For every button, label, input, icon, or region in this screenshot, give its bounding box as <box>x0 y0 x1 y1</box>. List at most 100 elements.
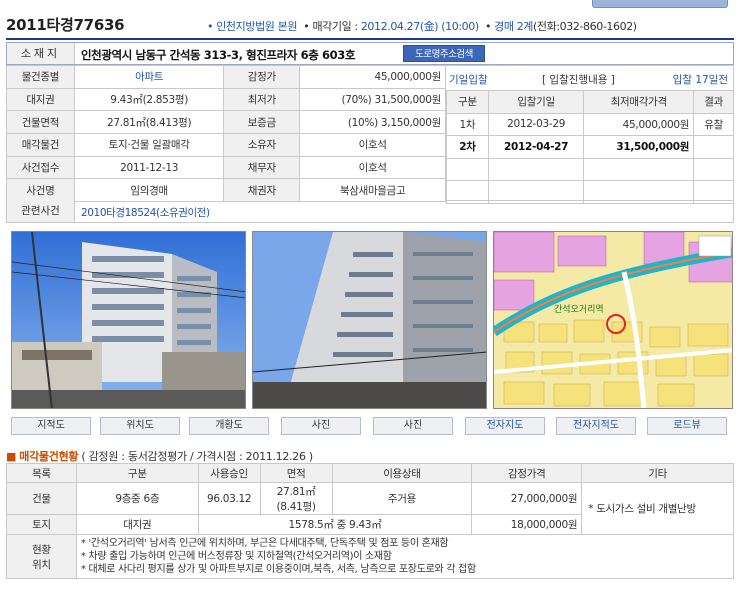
info-value: (70%) 31,500,000원 <box>299 87 446 112</box>
info-label: 최저가 <box>223 87 301 112</box>
bid-col-result: 결과 <box>693 90 734 114</box>
info-value[interactable]: 아파트 <box>73 65 225 89</box>
bid-col-date: 입찰기일 <box>487 90 585 114</box>
property-detail-table: 목록 구분 사용승인 면적 이용상태 감정가격 기타 건물 9층중 6층 96.… <box>6 463 735 579</box>
bid-row: 1차 2012-03-29 45,000,000원 유찰 <box>446 112 734 136</box>
detail-col-list: 목록 <box>6 463 77 483</box>
dept-phone: (전화:032-860-1602) <box>533 20 637 33</box>
info-label: 대지권 <box>6 87 75 112</box>
bid-result: 유찰 <box>693 112 734 136</box>
info-value: 45,000,000원 <box>299 65 446 89</box>
status-note: * 대체로 사다리 평지를 상가 및 아파트부지로 이용중이며,북측, 서측, … <box>80 564 476 575</box>
section-heading: 매각물건현황 <box>19 450 79 463</box>
status-note: * 차량 출입 가능하며 인근에 버스정류장 및 지하철역(간석오거리역)이 소… <box>80 551 392 562</box>
address-label: 소재지 <box>7 43 75 64</box>
info-row: 대지권 9.43㎡(2.853평) 최저가 (70%) 31,500,000원 <box>6 87 446 112</box>
bid-history-table: 구분 입찰기일 최저매각가격 결과 1차 2012-03-29 45,000,0… <box>446 90 734 204</box>
property-info-table: 물건종별 아파트 감정가 45,000,000원 대지권 9.43㎡(2.853평) 최저가… <box>6 65 446 203</box>
detail-col-approval: 사용승인 <box>197 463 261 483</box>
info-value: 토지·건물 일괄매각 <box>73 133 225 157</box>
detail-col-area: 면적 <box>259 463 333 483</box>
building-use: 주거용 <box>331 482 473 515</box>
bid-row-current: 2차 2012-04-27 31,500,000원 <box>446 135 734 159</box>
bid-countdown: 입찰 17일전 <box>672 74 728 86</box>
land-price: 18,000,000원 <box>471 514 583 535</box>
building-label: 건물 <box>6 482 77 515</box>
info-row: 건물면적 27.81㎡(8.413평) 보증금 (10%) 3,150,000원 <box>6 110 446 135</box>
info-value: 북삼새마을금고 <box>299 178 446 203</box>
building-photo-2[interactable] <box>252 231 487 409</box>
info-label: 매각물건 <box>6 133 75 157</box>
location-map[interactable]: 간석오거리역 <box>493 231 733 409</box>
court-name: 인천지방법원 본원 <box>216 20 298 33</box>
info-value: 27.81㎡(8.413평) <box>73 110 225 135</box>
tab-overview-map[interactable]: 개황도 <box>189 417 269 435</box>
info-row: 물건종별 아파트 감정가 45,000,000원 <box>6 65 446 89</box>
status-note: * '간석오거리역' 남서측 인근에 위치하며, 부근은 다세대주택, 단독주택… <box>80 538 449 549</box>
building-area: 27.81㎡ (8.41평) <box>259 482 333 515</box>
bid-row-empty <box>446 157 734 181</box>
info-label: 소유자 <box>223 133 301 157</box>
header-divider <box>6 38 734 40</box>
land-label: 토지 <box>6 514 77 535</box>
auction-dept: 경매 2계 <box>494 20 534 33</box>
bid-col-round: 구분 <box>446 90 489 114</box>
bid-date: 2012-03-29 <box>487 112 585 136</box>
bid-col-price: 최저매각가격 <box>583 90 695 114</box>
status-notes: * '간석오거리역' 남서측 인근에 위치하며, 부근은 다세대주택, 단독주택… <box>75 534 735 579</box>
status-label: 현황 위치 <box>6 534 77 579</box>
bid-progress-panel: 기일입찰 [ 입찰진행내용 ] 입찰 17일전 구분 입찰기일 최저매각가격 결… <box>446 65 734 204</box>
info-label: 사건명 <box>6 178 75 203</box>
info-label: 채권자 <box>223 178 301 203</box>
case-summary: • 인천지방법원 본원 • 매각기일 : 2012.04.27(金) (10:0… <box>207 20 637 33</box>
info-label: 감정가 <box>223 65 301 89</box>
tab-location-map[interactable]: 위치도 <box>100 417 180 435</box>
tab-roadview[interactable]: 로드뷰 <box>647 417 727 435</box>
section-appraisal-info: ( 감정원 : 동서감정평가 / 가격시점 : 2011.12.26 ) <box>81 450 313 463</box>
info-row: 사건접수 2011-12-13 채무자 이호석 <box>6 155 446 180</box>
detail-col-other: 기타 <box>581 463 734 483</box>
info-label: 건물면적 <box>6 110 75 135</box>
related-case-link[interactable]: 2010타경18524(소유권이전) <box>81 205 210 220</box>
view-tabs: 지적도 위치도 개황도 사진 사진 전자지도 전자지적도 로드뷰 <box>11 417 733 435</box>
bid-round: 1차 <box>446 112 489 136</box>
tab-photo-1[interactable]: 사진 <box>281 417 361 435</box>
info-label: 물건종별 <box>6 65 75 89</box>
building-area-pyeong: (8.41평) <box>276 500 316 513</box>
tab-photo-2[interactable]: 사진 <box>373 417 453 435</box>
info-label: 사건접수 <box>6 155 75 180</box>
svg-text:간석오거리역: 간석오거리역 <box>554 304 604 315</box>
section-title: ■ 매각물건현황 ( 감정원 : 동서감정평가 / 가격시점 : 2011.12… <box>6 448 313 464</box>
detail-col-price: 감정가격 <box>471 463 583 483</box>
building-area-m2: 27.81㎡ <box>276 485 316 498</box>
detail-row-building: 건물 9층중 6층 96.03.12 27.81㎡ (8.41평) 주거용 27,… <box>6 482 734 535</box>
tab-electronic-map[interactable]: 전자지도 <box>465 417 545 435</box>
address-value: 인천광역시 남동구 간석동 313-3, 형진프라자 6층 603호 <box>81 48 356 62</box>
top-action-button[interactable] <box>592 0 728 8</box>
info-value: 9.43㎡(2.853평) <box>73 87 225 112</box>
info-label: 채무자 <box>223 155 301 180</box>
bid-type[interactable]: 기일입찰 <box>449 72 488 87</box>
info-label: 보증금 <box>223 110 301 135</box>
sale-date: 2012.04.27(金) (10:00) <box>360 20 479 33</box>
road-address-search-button[interactable]: 도로명주소검색 <box>403 45 485 62</box>
case-number: 2011타경77636 <box>6 16 125 34</box>
bid-result <box>693 135 734 159</box>
tab-electronic-cadastral-map[interactable]: 전자지적도 <box>556 417 636 435</box>
related-case-row: 관련사건 2010타경18524(소유권이전) <box>6 201 734 223</box>
address-row: 소재지 인천광역시 남동구 간석동 313-3, 형진프라자 6층 603호 도… <box>6 42 734 65</box>
bid-panel-title: [ 입찰진행내용 ] <box>542 74 615 86</box>
detail-col-type: 구분 <box>75 463 199 483</box>
related-case-label: 관련사건 <box>7 201 75 222</box>
info-value: 임의경매 <box>73 178 225 203</box>
land-area: 1578.5㎡ 중 9.43㎡ <box>197 514 473 535</box>
building-photo-1[interactable] <box>11 231 246 409</box>
land-type: 대지권 <box>75 514 199 535</box>
top-bar <box>0 0 740 10</box>
building-approval: 96.03.12 <box>197 482 261 515</box>
bid-round: 2차 <box>446 135 489 159</box>
sale-date-label: 매각기일 : <box>312 20 361 33</box>
info-row: 매각물건 토지·건물 일괄매각 소유자 이호석 <box>6 133 446 157</box>
detail-other: * 도시가스 설비 개별난방 <box>581 482 734 535</box>
tab-cadastral-map[interactable]: 지적도 <box>11 417 91 435</box>
